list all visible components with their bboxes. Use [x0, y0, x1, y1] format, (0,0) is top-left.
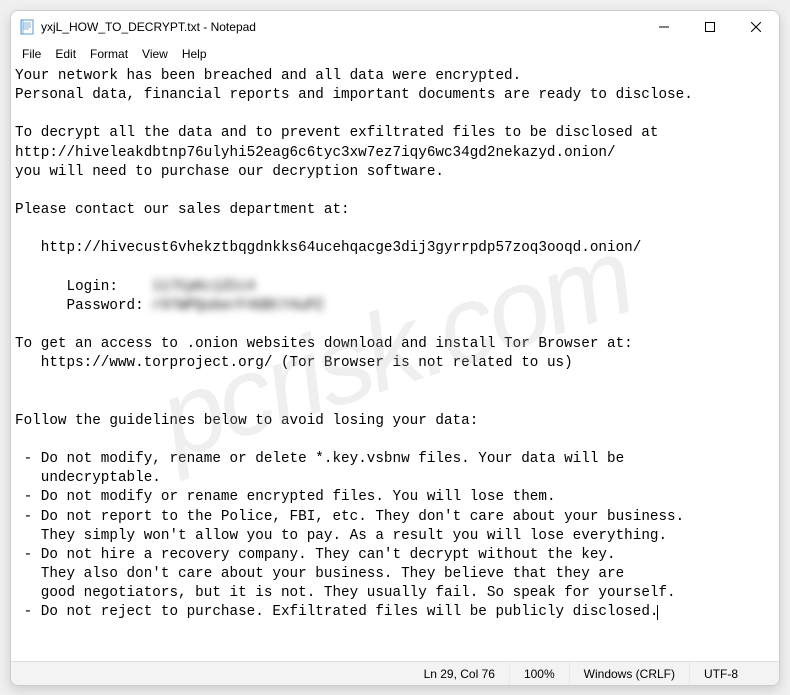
titlebar: yxjL_HOW_TO_DECRYPT.txt - Notepad	[11, 11, 779, 43]
text-line: http://hivecust6vhekztbqgdnkks64ucehqacg…	[15, 240, 641, 256]
menu-help[interactable]: Help	[175, 45, 214, 63]
status-position: Ln 29, Col 76	[410, 662, 509, 685]
text-line: They simply won't allow you to pay. As a…	[15, 528, 667, 544]
login-value: 117CpKc1ZCc4	[152, 279, 255, 295]
status-encoding: UTF-8	[689, 662, 779, 685]
statusbar: Ln 29, Col 76 100% Windows (CRLF) UTF-8	[11, 661, 779, 685]
menu-file[interactable]: File	[15, 45, 48, 63]
text-line: Personal data, financial reports and imp…	[15, 87, 693, 103]
text-line: To decrypt all the data and to prevent e…	[15, 125, 658, 141]
notepad-icon	[19, 19, 35, 35]
text-line: good negotiators, but it is not. They us…	[15, 585, 676, 601]
menubar: File Edit Format View Help	[11, 43, 779, 65]
text-line: https://www.torproject.org/ (Tor Browser…	[15, 355, 573, 371]
text-line: - Do not modify, rename or delete *.key.…	[15, 451, 624, 467]
password-value: r97WPQuberF4GBtY4uPZ	[152, 298, 324, 314]
text-line: Your network has been breached and all d…	[15, 68, 521, 84]
menu-edit[interactable]: Edit	[48, 45, 83, 63]
menu-view[interactable]: View	[135, 45, 175, 63]
text-line: - Do not hire a recovery company. They c…	[15, 547, 616, 563]
text-line: - Do not report to the Police, FBI, etc.…	[15, 509, 684, 525]
text-line: Please contact our sales department at:	[15, 202, 350, 218]
menu-format[interactable]: Format	[83, 45, 135, 63]
status-lineending: Windows (CRLF)	[569, 662, 689, 685]
text-line: http://hiveleakdbtnp76ulyhi52eag6c6tyc3x…	[15, 145, 616, 161]
text-line: - Do not modify or rename encrypted file…	[15, 489, 556, 505]
maximize-button[interactable]	[687, 11, 733, 43]
text-caret	[657, 605, 658, 620]
window-controls	[641, 11, 779, 43]
login-label: Login:	[15, 279, 152, 295]
close-button[interactable]	[733, 11, 779, 43]
window-title: yxjL_HOW_TO_DECRYPT.txt - Notepad	[41, 20, 641, 34]
text-line: you will need to purchase our decryption…	[15, 164, 444, 180]
text-line: They also don't care about your business…	[15, 566, 624, 582]
text-line: To get an access to .onion websites down…	[15, 336, 633, 352]
text-line: Follow the guidelines below to avoid los…	[15, 413, 478, 429]
notepad-window: yxjL_HOW_TO_DECRYPT.txt - Notepad File E…	[10, 10, 780, 686]
text-line: - Do not reject to purchase. Exfiltrated…	[15, 604, 658, 620]
text-editor[interactable]: Your network has been breached and all d…	[11, 65, 779, 661]
password-label: Password:	[15, 298, 152, 314]
status-zoom: 100%	[509, 662, 569, 685]
text-line: undecryptable.	[15, 470, 161, 486]
minimize-button[interactable]	[641, 11, 687, 43]
